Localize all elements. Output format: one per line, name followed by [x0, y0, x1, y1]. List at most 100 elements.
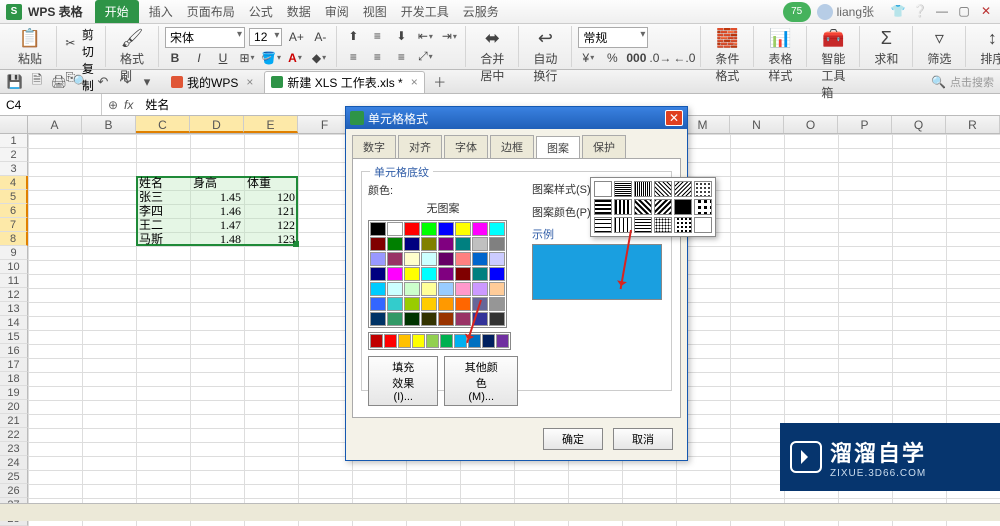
color-swatch[interactable] — [438, 282, 454, 296]
dlg-tab-protect[interactable]: 保护 — [582, 135, 626, 158]
bold-button[interactable]: B — [165, 49, 185, 67]
tab-mywps[interactable]: 我的WPS× — [164, 71, 260, 93]
color-swatch[interactable] — [455, 222, 471, 236]
row-header[interactable]: 21 — [0, 414, 28, 428]
sort-button[interactable]: ↕排序 — [972, 26, 1000, 67]
fontsize-combo[interactable]: 12 — [249, 28, 282, 46]
undo-icon[interactable]: ↶ — [94, 73, 112, 91]
tab-data[interactable]: 数据 — [287, 3, 311, 20]
dlg-tab-border[interactable]: 边框 — [490, 135, 534, 158]
color-swatch[interactable] — [412, 334, 425, 348]
cut-button[interactable]: ✂ — [63, 34, 78, 52]
color-swatch[interactable] — [472, 252, 488, 266]
color-swatch[interactable] — [370, 222, 386, 236]
row-header[interactable]: 13 — [0, 302, 28, 316]
color-swatch[interactable] — [404, 237, 420, 251]
tab-layout[interactable]: 页面布局 — [187, 3, 235, 20]
cell-d4[interactable]: 身高 — [190, 176, 244, 190]
clear-format-button[interactable]: ◆ — [309, 49, 329, 67]
row-header[interactable]: 22 — [0, 428, 28, 442]
color-swatch[interactable] — [370, 312, 386, 326]
cell-c6[interactable]: 李四 — [136, 204, 190, 218]
align-top-icon[interactable]: ⬆ — [343, 27, 363, 45]
tab-close-icon[interactable]: × — [411, 75, 418, 89]
color-swatch[interactable] — [370, 237, 386, 251]
color-swatch[interactable] — [440, 334, 453, 348]
col-header[interactable]: E — [244, 116, 298, 133]
color-palette[interactable] — [368, 220, 507, 328]
pattern-swatch[interactable] — [674, 199, 692, 215]
col-header[interactable]: B — [82, 116, 136, 133]
pattern-swatch[interactable] — [614, 181, 632, 197]
wrap-button[interactable]: ↩自动换行 — [525, 26, 565, 84]
color-swatch[interactable] — [489, 282, 505, 296]
dialog-titlebar[interactable]: 单元格格式 ✕ — [346, 107, 687, 129]
cell-e6[interactable]: 121 — [244, 204, 298, 218]
print-icon[interactable]: 🖨 — [50, 73, 68, 91]
align-mid-icon[interactable]: ≡ — [367, 27, 387, 45]
pattern-swatch[interactable] — [634, 217, 652, 233]
font-color-button[interactable]: A — [285, 49, 305, 67]
color-swatch[interactable] — [421, 297, 437, 311]
row-header[interactable]: 25 — [0, 470, 28, 484]
tab-view[interactable]: 视图 — [363, 3, 387, 20]
new-tab-icon[interactable]: ＋ — [431, 73, 449, 91]
tab-insert[interactable]: 插入 — [149, 3, 173, 20]
pattern-swatch[interactable] — [694, 199, 712, 215]
search-placeholder[interactable]: 点击搜索 — [950, 74, 994, 90]
cell-c5[interactable]: 张三 — [136, 190, 190, 204]
maximize-icon[interactable]: ▢ — [956, 4, 972, 20]
pattern-swatch[interactable] — [694, 217, 712, 233]
align-left-icon[interactable]: ≡ — [343, 48, 363, 66]
color-swatch[interactable] — [421, 282, 437, 296]
color-swatch[interactable] — [455, 252, 471, 266]
row-header[interactable]: 1 — [0, 134, 28, 148]
cell-e4[interactable]: 体重 — [244, 176, 298, 190]
more-color-button[interactable]: 其他颜色(M)... — [444, 356, 518, 406]
color-swatch[interactable] — [370, 252, 386, 266]
cell-d8[interactable]: 1.48 — [190, 232, 244, 246]
color-swatch[interactable] — [489, 252, 505, 266]
dec-font-icon[interactable]: A- — [310, 28, 330, 46]
color-swatch[interactable] — [404, 282, 420, 296]
minimize-icon[interactable]: — — [934, 4, 950, 20]
pattern-swatch[interactable] — [634, 181, 652, 197]
fx-insert-icon[interactable]: ⊕ — [102, 98, 124, 112]
pattern-swatch[interactable] — [594, 181, 612, 197]
score-badge[interactable]: 75 — [783, 2, 811, 22]
color-swatch[interactable] — [387, 282, 403, 296]
cell-c8[interactable]: 马斯 — [136, 232, 190, 246]
filter-button[interactable]: ▿筛选 — [919, 26, 959, 67]
skin-icon[interactable]: 👕 — [890, 4, 906, 20]
paste-button[interactable]: 📋粘贴 — [10, 26, 50, 67]
color-swatch[interactable] — [489, 222, 505, 236]
cond-format-button[interactable]: 🧱条件格式 — [707, 26, 747, 84]
pattern-swatch[interactable] — [674, 217, 692, 233]
color-swatch[interactable] — [421, 222, 437, 236]
row-header[interactable]: 20 — [0, 400, 28, 414]
color-swatch[interactable] — [387, 312, 403, 326]
cell-e8[interactable]: 123 — [244, 232, 298, 246]
pattern-swatch[interactable] — [694, 181, 712, 197]
color-swatch[interactable] — [404, 297, 420, 311]
align-bot-icon[interactable]: ⬇ — [391, 27, 411, 45]
color-swatch[interactable] — [455, 312, 471, 326]
currency-icon[interactable]: ¥ — [578, 49, 598, 67]
row-header[interactable]: 15 — [0, 330, 28, 344]
color-swatch[interactable] — [455, 297, 471, 311]
row-header[interactable]: 23 — [0, 442, 28, 456]
dlg-tab-align[interactable]: 对齐 — [398, 135, 442, 158]
align-center-icon[interactable]: ≡ — [367, 48, 387, 66]
color-swatch[interactable] — [426, 334, 439, 348]
pattern-swatch[interactable] — [654, 217, 672, 233]
toolbox-button[interactable]: 🧰智能工具箱 — [813, 26, 853, 101]
dlg-tab-number[interactable]: 数字 — [352, 135, 396, 158]
orientation-icon[interactable]: ⤢ — [415, 48, 435, 66]
saveas-icon[interactable]: 🗎 — [28, 73, 46, 91]
row-header[interactable]: 24 — [0, 456, 28, 470]
cancel-button[interactable]: 取消 — [613, 428, 673, 450]
color-palette-2[interactable] — [368, 332, 511, 350]
color-swatch[interactable] — [370, 267, 386, 281]
tab-dev[interactable]: 开发工具 — [401, 3, 449, 20]
color-swatch[interactable] — [421, 252, 437, 266]
